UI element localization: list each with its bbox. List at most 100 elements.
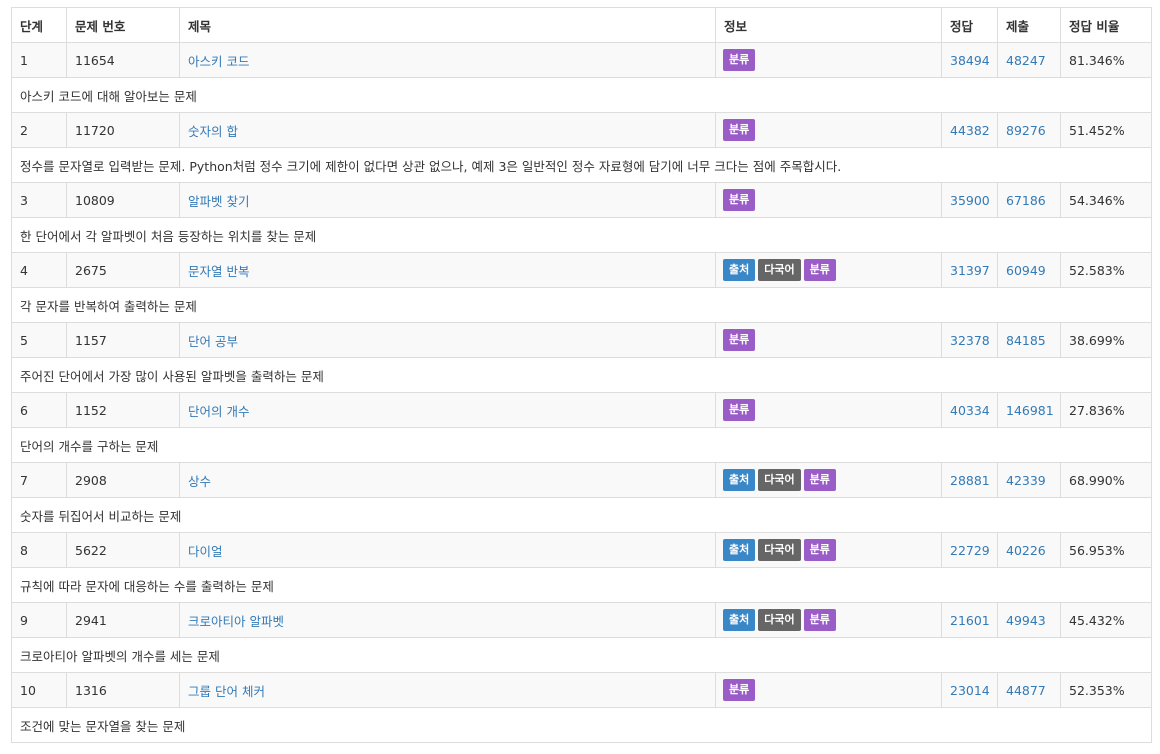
submission-count-link[interactable]: 40226 — [1006, 543, 1046, 558]
problem-id-cell: 5622 — [66, 532, 180, 568]
problem-description: 크로아티아 알파벳의 개수를 세는 문제 — [11, 637, 1152, 673]
submission-count-cell: 49943 — [997, 602, 1061, 638]
accepted-count-cell: 38494 — [941, 42, 998, 78]
problem-description: 각 문자를 반복하여 출력하는 문제 — [11, 287, 1152, 323]
problem-row: 5 1157 단어 공부 분류 32378 84185 38.699% — [11, 322, 1152, 358]
category-badge[interactable]: 분류 — [723, 49, 756, 71]
description-row: 크로아티아 알파벳의 개수를 세는 문제 — [11, 637, 1152, 673]
problem-id-cell: 2941 — [66, 602, 180, 638]
category-badge[interactable]: 분류 — [803, 539, 836, 561]
multilang-badge[interactable]: 다국어 — [758, 539, 801, 561]
problem-row: 1 11654 아스키 코드 분류 38494 48247 81.346% — [11, 42, 1152, 78]
accepted-count-link[interactable]: 38494 — [950, 53, 990, 68]
accepted-count-link[interactable]: 32378 — [950, 333, 990, 348]
accepted-count-link[interactable]: 31397 — [950, 263, 990, 278]
description-row: 아스키 코드에 대해 알아보는 문제 — [11, 77, 1152, 113]
accept-ratio-cell: 52.353% — [1060, 672, 1152, 708]
accept-ratio-cell: 68.990% — [1060, 462, 1152, 498]
accepted-count-link[interactable]: 22729 — [950, 543, 990, 558]
description-row: 규칙에 따라 문자에 대응하는 수를 출력하는 문제 — [11, 567, 1152, 603]
problem-title-cell: 크로아티아 알파벳 — [179, 602, 716, 638]
info-cell: 분류 — [715, 42, 942, 78]
source-badge[interactable]: 출처 — [723, 259, 756, 281]
problem-title-link[interactable]: 상수 — [188, 474, 211, 489]
accepted-count-link[interactable]: 40334 — [950, 403, 990, 418]
problem-id-cell: 11654 — [66, 42, 180, 78]
category-badge[interactable]: 분류 — [803, 259, 836, 281]
description-row: 조건에 맞는 문자열을 찾는 문제 — [11, 707, 1152, 743]
submission-count-link[interactable]: 146981 — [1006, 403, 1054, 418]
problem-title-cell: 단어 공부 — [179, 322, 716, 358]
submission-count-cell: 44877 — [997, 672, 1061, 708]
category-badge[interactable]: 분류 — [723, 329, 756, 351]
submission-count-link[interactable]: 44877 — [1006, 683, 1046, 698]
source-badge[interactable]: 출처 — [723, 609, 756, 631]
problem-description: 숫자를 뒤집어서 비교하는 문제 — [11, 497, 1152, 533]
accept-ratio-cell: 45.432% — [1060, 602, 1152, 638]
source-badge[interactable]: 출처 — [723, 539, 756, 561]
info-cell: 출처 다국어 분류 — [715, 462, 942, 498]
problem-description: 한 단어에서 각 알파벳이 처음 등장하는 위치를 찾는 문제 — [11, 217, 1152, 253]
category-badge[interactable]: 분류 — [803, 609, 836, 631]
problem-title-link[interactable]: 단어의 개수 — [188, 404, 249, 419]
description-row: 단어의 개수를 구하는 문제 — [11, 427, 1152, 463]
problem-id-cell: 11720 — [66, 112, 180, 148]
accepted-count-link[interactable]: 28881 — [950, 473, 990, 488]
problem-title-link[interactable]: 숫자의 합 — [188, 124, 238, 139]
submission-count-link[interactable]: 49943 — [1006, 613, 1046, 628]
table-body: 1 11654 아스키 코드 분류 38494 48247 81.346% 아스키 코드에 대… — [11, 42, 1152, 743]
submission-count-link[interactable]: 48247 — [1006, 53, 1046, 68]
problem-description: 아스키 코드에 대해 알아보는 문제 — [11, 77, 1152, 113]
accepted-count-cell: 22729 — [941, 532, 998, 568]
submission-count-link[interactable]: 42339 — [1006, 473, 1046, 488]
submission-count-cell: 48247 — [997, 42, 1061, 78]
problem-row: 6 1152 단어의 개수 분류 40334 146981 27.836% — [11, 392, 1152, 428]
category-badge[interactable]: 분류 — [723, 399, 756, 421]
problem-description: 정수를 문자열로 입력받는 문제. Python처럼 정수 크기에 제한이 없다… — [11, 147, 1152, 183]
accepted-count-link[interactable]: 21601 — [950, 613, 990, 628]
accepted-count-link[interactable]: 44382 — [950, 123, 990, 138]
multilang-badge[interactable]: 다국어 — [758, 469, 801, 491]
category-badge[interactable]: 분류 — [723, 119, 756, 141]
description-row: 숫자를 뒤집어서 비교하는 문제 — [11, 497, 1152, 533]
multilang-badge[interactable]: 다국어 — [758, 609, 801, 631]
column-header-level: 단계 — [11, 7, 67, 43]
info-cell: 분류 — [715, 322, 942, 358]
description-row: 각 문자를 반복하여 출력하는 문제 — [11, 287, 1152, 323]
problem-title-link[interactable]: 다이얼 — [188, 544, 223, 559]
level-cell: 1 — [11, 42, 67, 78]
problem-id-cell: 10809 — [66, 182, 180, 218]
info-cell: 출처 다국어 분류 — [715, 532, 942, 568]
multilang-badge[interactable]: 다국어 — [758, 259, 801, 281]
problem-title-cell: 단어의 개수 — [179, 392, 716, 428]
problem-title-cell: 상수 — [179, 462, 716, 498]
level-cell: 8 — [11, 532, 67, 568]
problem-description: 단어의 개수를 구하는 문제 — [11, 427, 1152, 463]
accepted-count-cell: 40334 — [941, 392, 998, 428]
submission-count-cell: 67186 — [997, 182, 1061, 218]
problem-description: 주어진 단어에서 가장 많이 사용된 알파벳을 출력하는 문제 — [11, 357, 1152, 393]
category-badge[interactable]: 분류 — [723, 679, 756, 701]
problem-row: 9 2941 크로아티아 알파벳 출처 다국어 분류 21601 49943 45.432% — [11, 602, 1152, 638]
level-cell: 3 — [11, 182, 67, 218]
problem-description: 조건에 맞는 문자열을 찾는 문제 — [11, 707, 1152, 743]
submission-count-link[interactable]: 84185 — [1006, 333, 1046, 348]
problem-title-link[interactable]: 크로아티아 알파벳 — [188, 614, 284, 629]
column-header-info: 정보 — [715, 7, 942, 43]
problem-title-link[interactable]: 아스키 코드 — [188, 54, 249, 69]
submission-count-link[interactable]: 60949 — [1006, 263, 1046, 278]
submission-count-link[interactable]: 89276 — [1006, 123, 1046, 138]
problem-title-link[interactable]: 단어 공부 — [188, 334, 238, 349]
accepted-count-cell: 44382 — [941, 112, 998, 148]
source-badge[interactable]: 출처 — [723, 469, 756, 491]
problem-id-cell: 1157 — [66, 322, 180, 358]
accepted-count-link[interactable]: 35900 — [950, 193, 990, 208]
category-badge[interactable]: 분류 — [803, 469, 836, 491]
accepted-count-link[interactable]: 23014 — [950, 683, 990, 698]
problem-title-link[interactable]: 그룹 단어 체커 — [188, 684, 265, 699]
problem-title-link[interactable]: 문자열 반복 — [188, 264, 249, 279]
accepted-count-cell: 31397 — [941, 252, 998, 288]
submission-count-link[interactable]: 67186 — [1006, 193, 1046, 208]
problem-title-link[interactable]: 알파벳 찾기 — [188, 194, 249, 209]
category-badge[interactable]: 분류 — [723, 189, 756, 211]
